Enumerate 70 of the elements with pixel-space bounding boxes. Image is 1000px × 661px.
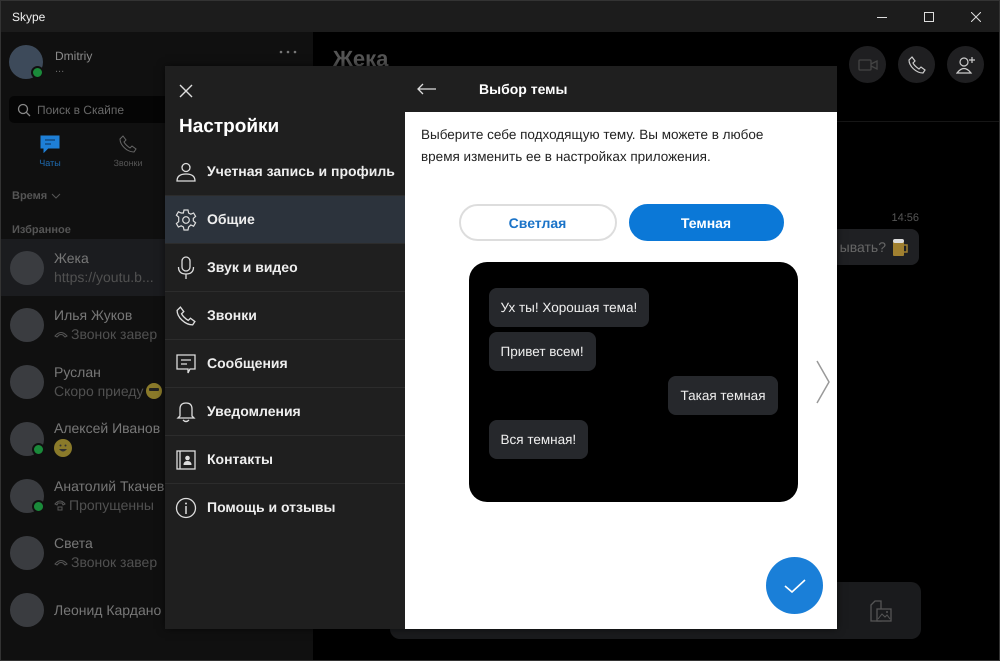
beer-mug-icon: [891, 237, 909, 257]
contact-name: Илья Жуков: [54, 307, 134, 323]
info-icon: [175, 496, 197, 518]
chat-bubble: Ух ты! Хорошая тема!: [488, 288, 650, 327]
check-icon: [784, 578, 806, 592]
close-icon: [970, 12, 980, 22]
description-text: Выберите себе подходящую тему. Вы можете в любое время изменить ее в настройках приложения.: [421, 126, 764, 166]
phone-icon: [176, 306, 196, 326]
call-end-icon: [54, 330, 68, 338]
contact-name: Руслан: [54, 364, 102, 380]
avatar[interactable]: [9, 45, 43, 79]
add-person-button[interactable]: [947, 46, 984, 83]
contact-name: Анатолий Ткачев: [54, 478, 164, 494]
theme-option[interactable]: Светлая: [458, 204, 616, 241]
contact-item[interactable]: Леонид Кардано: [1, 581, 313, 638]
chat-title: Жека: [333, 46, 388, 72]
contact-name: Алексей Иванов: [54, 420, 160, 436]
call-button[interactable]: [898, 46, 935, 83]
contact-card-icon: [176, 450, 196, 470]
caret-icon: [51, 193, 62, 199]
message-preview: Скоро приеду: [54, 383, 144, 399]
bell-icon: [176, 400, 196, 422]
nav-tab[interactable]: Звонки: [89, 135, 167, 168]
chat-bubble: Такая темная: [668, 376, 778, 415]
contact-name: Леонид Кардано: [54, 602, 162, 618]
profile-status: ...: [55, 63, 66, 75]
maximize-icon: [924, 12, 934, 22]
back-arrow-icon[interactable]: [417, 83, 437, 95]
chat-bubble-icon: [40, 135, 60, 153]
phone-icon: [908, 56, 926, 74]
missed-call-icon: [54, 499, 66, 511]
avatar: [10, 478, 44, 512]
search-icon: [17, 103, 31, 117]
avatar: [10, 536, 44, 570]
contact-name: Света: [54, 535, 94, 551]
section-heading: Избранное: [12, 224, 72, 236]
avatar: [10, 422, 44, 456]
chat-bubble: Привет всем!: [488, 332, 596, 371]
panel-title: Выбор темы: [479, 81, 568, 97]
sort-dropdown[interactable]: Время: [12, 190, 62, 202]
message-text: ывать?: [840, 239, 886, 255]
profile-name: Dmitriy: [55, 49, 92, 63]
message-time: 14:56: [891, 212, 919, 224]
person-icon: [176, 162, 196, 182]
settings-menu-item[interactable]: Общие: [165, 196, 405, 244]
chevron-right-icon[interactable]: [816, 360, 830, 404]
microphone-icon: [177, 256, 195, 280]
message-preview: Пропущенны: [69, 497, 154, 513]
phone-icon: [119, 135, 137, 153]
settings-icon: [175, 208, 197, 230]
close-icon[interactable]: [179, 84, 193, 98]
message-preview: Звонок завер: [71, 326, 158, 342]
emoji-icon: [54, 439, 72, 457]
emoji-icon: [146, 383, 162, 399]
message-preview: Звонок завер: [71, 554, 158, 570]
avatar: [10, 250, 44, 284]
more-icon[interactable]: [279, 50, 297, 54]
chat-bubble: Вся темная!: [488, 420, 588, 459]
avatar: [10, 364, 44, 398]
avatar: [10, 592, 44, 626]
theme-option[interactable]: Темная: [628, 204, 784, 241]
message-icon: [176, 354, 196, 374]
window-title: Skype: [12, 10, 46, 24]
nav-tab[interactable]: Чаты: [11, 135, 89, 168]
call-end-icon: [54, 558, 68, 566]
avatar: [10, 308, 44, 342]
image-file-icon[interactable]: [869, 600, 893, 622]
video-camera-icon: [858, 58, 878, 72]
add-person-icon: [956, 56, 976, 74]
contact-name: Жека: [54, 250, 90, 266]
